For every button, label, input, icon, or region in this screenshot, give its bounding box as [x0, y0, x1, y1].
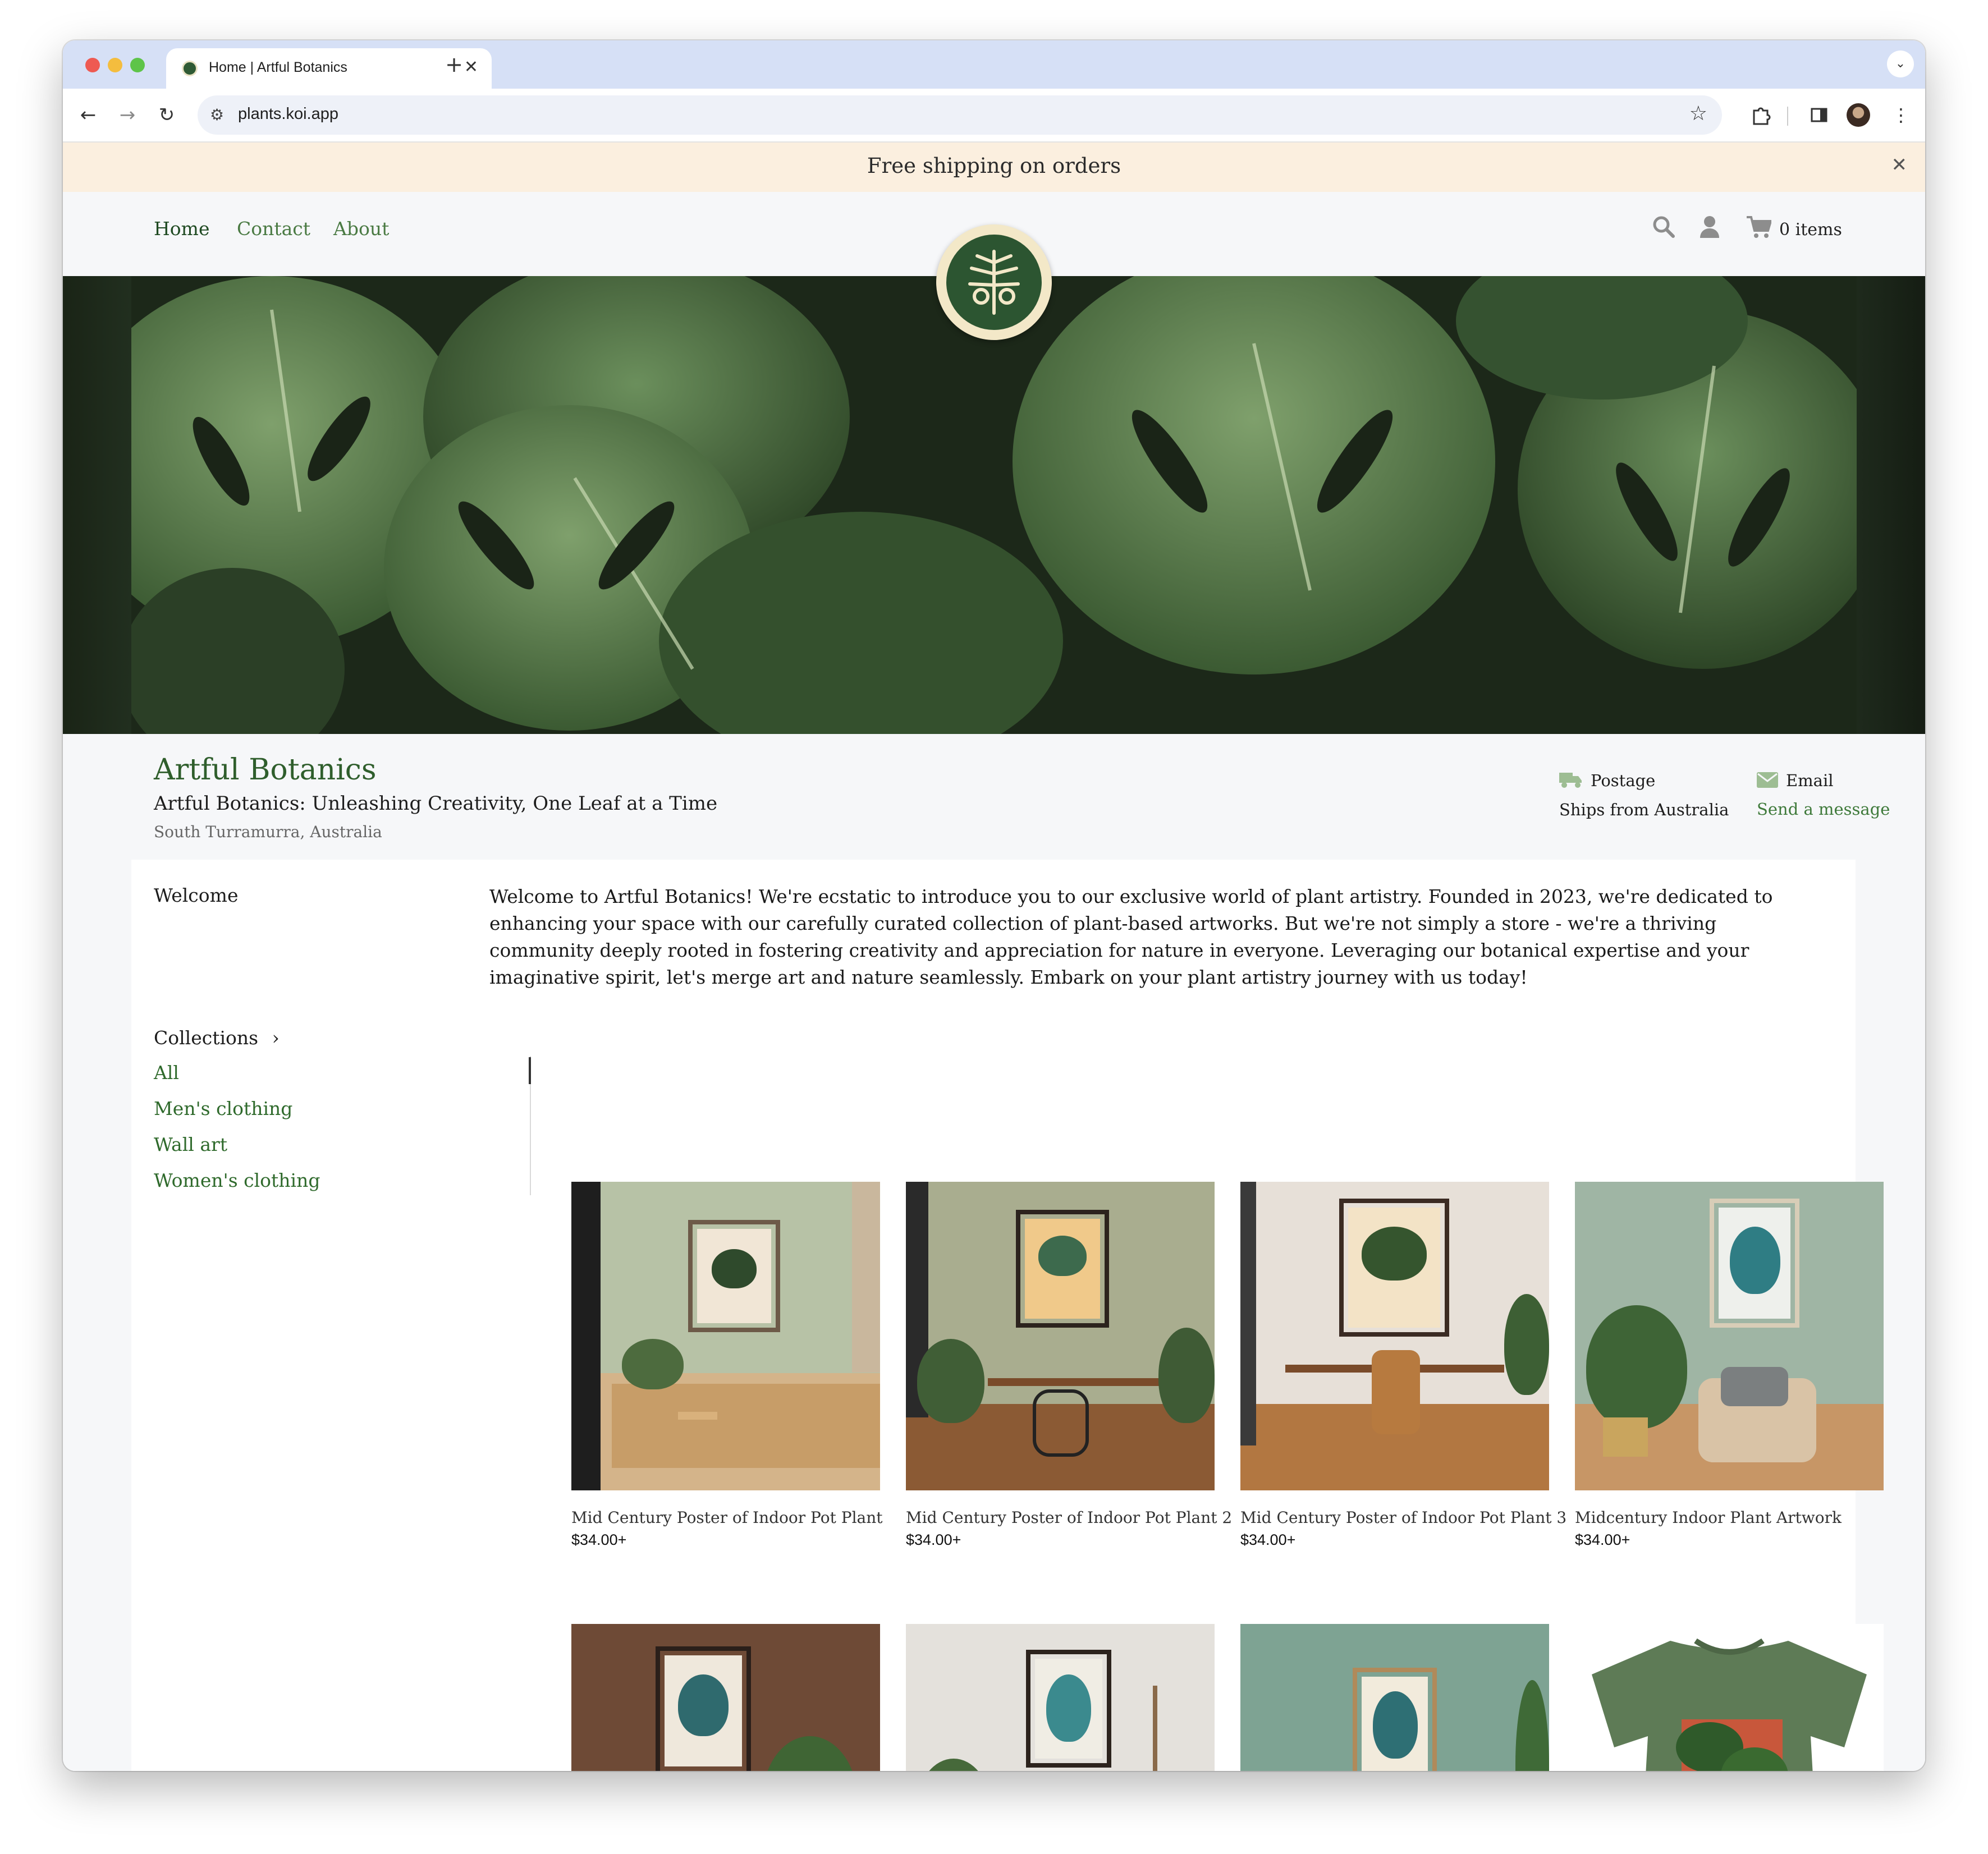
chevron-right-icon: ›	[272, 1027, 280, 1049]
truck-icon	[1559, 772, 1583, 792]
address-bar[interactable]: ⚙ plants.koi.app ☆	[198, 95, 1722, 135]
monstera-leaves-image	[131, 276, 1857, 734]
close-window-button[interactable]	[85, 58, 100, 72]
url-text[interactable]: plants.koi.app	[238, 105, 338, 123]
bookmark-star-icon[interactable]: ☆	[1689, 102, 1707, 125]
favicon-icon	[182, 61, 198, 76]
collections-list: All Men's clothing Wall art Women's clot…	[154, 1062, 320, 1205]
collection-link-wall-art[interactable]: Wall art	[154, 1133, 320, 1169]
product-image[interactable]	[1575, 1624, 1884, 1771]
postage-title: Postage	[1591, 771, 1656, 790]
welcome-text: Welcome to Artful Botanics! We're ecstat…	[489, 885, 1773, 988]
product-price: $34.00+	[1575, 1531, 1630, 1548]
product-card[interactable]: Mid Century Poster of Indoor Pot Plant $…	[571, 1182, 883, 1549]
product-title[interactable]: Mid Century Poster of Indoor Pot Plant	[571, 1508, 883, 1527]
announcement-bar: Free shipping on orders ✕	[63, 143, 1925, 192]
browser-toolbar: ← → ↻ ⚙ plants.koi.app ☆ ⋮	[63, 89, 1925, 143]
search-icon[interactable]	[1651, 214, 1676, 239]
product-image[interactable]	[906, 1624, 1215, 1771]
collection-link-mens-clothing[interactable]: Men's clothing	[154, 1098, 320, 1133]
product-card[interactable]: Midcentury Indoor Plant Artwork $34.00+	[1575, 1182, 1884, 1549]
product-card[interactable]	[1575, 1624, 1884, 1771]
tab-strip: Home | Artful Botanics ✕ + ⌄	[63, 40, 1925, 89]
site-settings-icon[interactable]: ⚙	[210, 105, 224, 124]
minimize-window-button[interactable]	[108, 58, 122, 72]
account-icon[interactable]	[1697, 214, 1722, 239]
product-image[interactable]	[1240, 1624, 1549, 1771]
product-image[interactable]	[906, 1182, 1215, 1490]
product-image[interactable]	[1575, 1182, 1884, 1490]
envelope-icon	[1757, 772, 1778, 792]
product-price: $34.00+	[906, 1531, 961, 1548]
tab-search-button[interactable]: ⌄	[1887, 51, 1914, 77]
store-name: Artful Botanics	[154, 753, 377, 787]
hero-banner	[63, 276, 1925, 734]
product-title[interactable]: Mid Century Poster of Indoor Pot Plant 2	[906, 1508, 1232, 1527]
store-tagline: Artful Botanics: Unleashing Creativity, …	[154, 792, 718, 815]
toolbar-divider	[1787, 107, 1788, 126]
store-logo[interactable]	[936, 224, 1052, 340]
maximize-window-button[interactable]	[130, 58, 145, 72]
back-arrow-icon[interactable]: ←	[74, 101, 102, 129]
collections-heading[interactable]: Collections ›	[154, 1027, 280, 1049]
collection-link-all[interactable]: All	[154, 1062, 320, 1098]
cart-icon[interactable]	[1746, 214, 1772, 239]
tab-title: Home | Artful Botanics	[209, 59, 347, 75]
postage-info: Postage Ships from Australia	[1559, 771, 1729, 819]
email-title: Email	[1786, 771, 1834, 790]
product-card[interactable]	[1240, 1624, 1549, 1771]
more-menu-icon[interactable]: ⋮	[1887, 101, 1915, 129]
profile-avatar[interactable]	[1847, 103, 1870, 127]
store-info: Artful Botanics Artful Botanics: Unleash…	[131, 734, 1890, 860]
announcement-text: Free shipping on orders	[867, 154, 1121, 178]
send-message-link[interactable]: Send a message	[1757, 800, 1890, 819]
nav-about-link[interactable]: About	[333, 218, 389, 240]
product-title[interactable]: Mid Century Poster of Indoor Pot Plant 3	[1240, 1508, 1566, 1527]
product-image[interactable]	[571, 1624, 880, 1771]
announcement-close-icon[interactable]: ✕	[1891, 154, 1908, 176]
product-title[interactable]: Midcentury Indoor Plant Artwork	[1575, 1508, 1884, 1527]
product-image[interactable]	[571, 1182, 880, 1490]
nav-contact-link[interactable]: Contact	[237, 218, 310, 240]
postage-detail: Ships from Australia	[1559, 800, 1729, 819]
email-info: Email Send a message	[1757, 771, 1890, 819]
browser-window: Home | Artful Botanics ✕ + ⌄ ← → ↻ ⚙ pla…	[63, 40, 1925, 1771]
product-card[interactable]	[571, 1624, 880, 1771]
collections-label: Collections	[154, 1027, 259, 1049]
logo-leaf-icon	[946, 235, 1042, 330]
product-card[interactable]: Mid Century Poster of Indoor Pot Plant 2…	[906, 1182, 1232, 1549]
nav-home-link[interactable]: Home	[154, 218, 209, 240]
extensions-icon[interactable]	[1747, 101, 1775, 129]
product-card[interactable]	[906, 1624, 1215, 1771]
main-content: Welcome Welcome to Artful Botanics! We'r…	[131, 860, 1884, 1771]
collection-link-womens-clothing[interactable]: Women's clothing	[154, 1169, 320, 1205]
store-location: South Turramurra, Australia	[154, 823, 382, 841]
product-card[interactable]: Mid Century Poster of Indoor Pot Plant 3…	[1240, 1182, 1566, 1549]
new-tab-button[interactable]: +	[440, 51, 468, 79]
product-price: $34.00+	[571, 1531, 627, 1548]
product-price: $34.00+	[1240, 1531, 1296, 1548]
reload-icon[interactable]: ↻	[153, 101, 181, 129]
forward-arrow-icon[interactable]: →	[113, 101, 141, 129]
welcome-heading: Welcome	[154, 884, 239, 906]
cart-count[interactable]: 0 items	[1779, 220, 1842, 240]
side-panel-icon[interactable]	[1805, 101, 1833, 129]
page-viewport: Free shipping on orders ✕ Home Contact A…	[63, 143, 1925, 1771]
collections-scrollbar[interactable]	[529, 1056, 531, 1195]
product-image[interactable]	[1240, 1182, 1549, 1490]
